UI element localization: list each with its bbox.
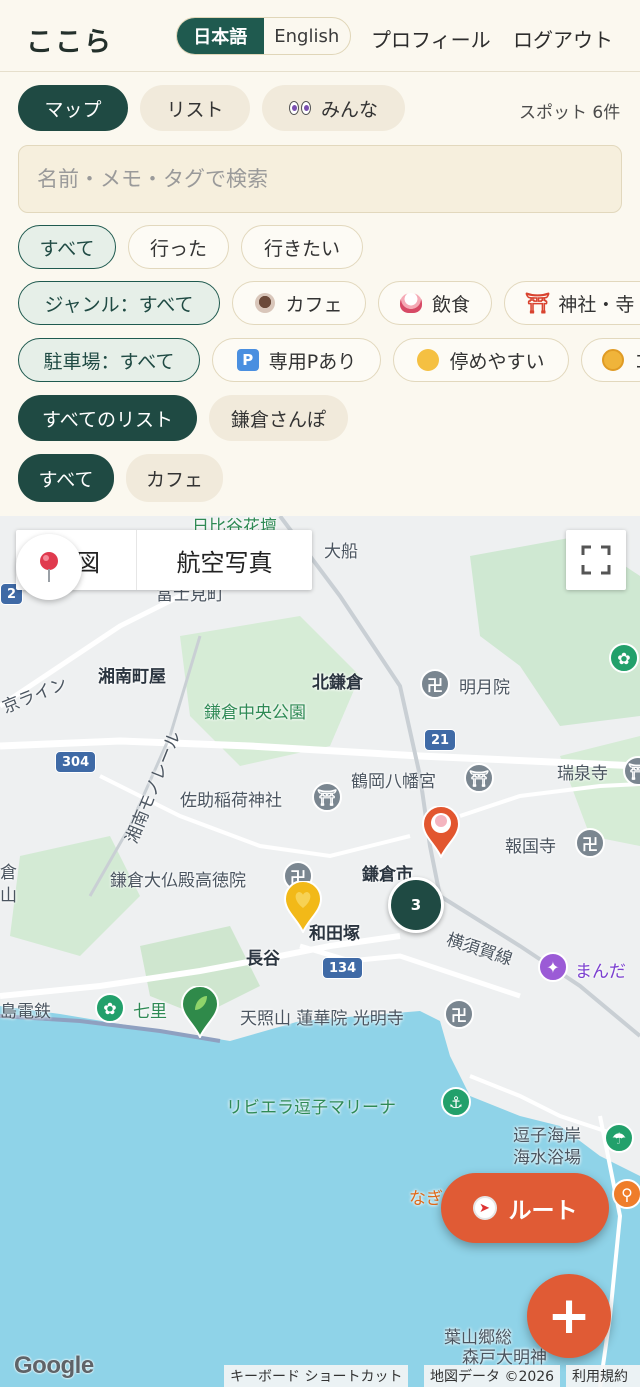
- tab-list[interactable]: リスト: [140, 85, 250, 131]
- favorite-spot-marker[interactable]: [284, 881, 322, 933]
- map-view[interactable]: 304 21 134 2 日比谷花壇 大船 富士見町 湘南町屋 京ライン 北鎌倉…: [0, 516, 640, 1387]
- map-label-riviera: リビエラ逗子マリーナ: [226, 1098, 396, 1118]
- route-button[interactable]: ➤ ルート: [441, 1173, 609, 1243]
- google-logo: Google: [14, 1352, 94, 1379]
- map-label-shonan-machiya: 湘南町屋: [98, 667, 166, 687]
- coin-icon: [602, 349, 624, 371]
- profile-link[interactable]: プロフィール: [371, 24, 491, 53]
- map-label-hase: 長谷: [246, 949, 280, 969]
- map-data-attribution: 地図データ ©2026: [424, 1365, 561, 1387]
- route-304-shield: 304: [55, 751, 97, 773]
- map-label-shichiri: 七里: [133, 1002, 167, 1022]
- park-icon[interactable]: ✿: [609, 643, 639, 673]
- temple-icon[interactable]: 卍: [575, 828, 605, 858]
- relieved-face-icon: [417, 349, 440, 371]
- filter-parking-easy-label: 停めやすい: [449, 350, 545, 373]
- pin-button[interactable]: [16, 534, 82, 600]
- filter-parking-dedicated-label: 専用Pあり: [268, 350, 357, 373]
- language-toggle: 日本語 English: [176, 17, 351, 55]
- filter-genre-shrine-label: 神社・寺: [558, 293, 635, 316]
- tab-everyone[interactable]: みんな: [262, 85, 405, 131]
- map-label-zushi-swim: 海水浴場: [513, 1148, 581, 1168]
- cafe-spot-marker[interactable]: [181, 986, 219, 1038]
- map-label-nagisa: なぎ: [409, 1189, 443, 1209]
- attraction-icon[interactable]: ✦: [538, 952, 568, 982]
- filter-parking-coin-label: コ: [634, 347, 640, 374]
- filter-status-all[interactable]: すべて: [18, 225, 116, 269]
- map-label-edge-1: 倉: [0, 863, 17, 883]
- parking-icon: P: [236, 349, 259, 371]
- park-icon[interactable]: ✿: [95, 993, 125, 1023]
- tab-map[interactable]: マップ: [18, 85, 128, 131]
- filter-parking-dedicated[interactable]: P 専用Pあり: [212, 338, 381, 382]
- route-21-shield: 21: [424, 729, 457, 751]
- map-label-mandara: まんだ: [575, 962, 626, 982]
- filter-genre-cafe-label: カフェ: [285, 293, 343, 316]
- filter-parking-coin[interactable]: コ: [581, 338, 640, 382]
- map-label-edge-2: 山: [0, 886, 17, 906]
- map-base: [0, 516, 640, 1387]
- pushpin-icon: [40, 552, 58, 582]
- compass-icon: ➤: [472, 1196, 497, 1220]
- map-label-zuisenji: 瑞泉寺: [557, 764, 608, 784]
- filter-genre-cafe[interactable]: カフェ: [232, 281, 366, 325]
- lang-english[interactable]: English: [264, 18, 351, 54]
- map-label-kita-kamakura: 北鎌倉: [312, 673, 363, 693]
- shrine-icon[interactable]: ⛩: [464, 763, 494, 793]
- shrine-icon[interactable]: ⛩: [312, 782, 342, 812]
- app-header: ここら 日本語 English プロフィール ログアウト: [0, 0, 640, 72]
- filter-genre-food[interactable]: 飲食: [378, 281, 492, 325]
- spot-cluster[interactable]: 3: [388, 877, 444, 933]
- fullscreen-icon: [581, 545, 611, 575]
- filter-tag-all[interactable]: すべて: [18, 454, 114, 502]
- coffee-icon: [255, 293, 276, 313]
- filter-status-visited[interactable]: 行った: [128, 225, 229, 269]
- filter-genre-shrine[interactable]: ⛩ 神社・寺: [504, 281, 640, 325]
- spot-count: スポット 6件: [519, 103, 621, 123]
- lang-japanese[interactable]: 日本語: [177, 18, 264, 54]
- restaurant-icon[interactable]: ⚲: [612, 1179, 640, 1209]
- fullscreen-button[interactable]: [566, 530, 626, 590]
- temple-icon[interactable]: 卍: [420, 669, 450, 699]
- keyboard-shortcuts-link[interactable]: キーボード ショートカット: [224, 1365, 409, 1387]
- terms-link[interactable]: 利用規約: [566, 1365, 640, 1387]
- map-label-central-park: 鎌倉中央公園: [204, 703, 306, 723]
- map-label-komyoji: 天照山 蓮華院 光明寺: [240, 1009, 404, 1029]
- search-input[interactable]: [18, 145, 622, 213]
- map-label-meigetsuin: 明月院: [459, 678, 510, 698]
- rice-bowl-icon: [399, 293, 422, 313]
- temple-icon[interactable]: 卍: [444, 999, 474, 1029]
- filter-parking-all[interactable]: 駐車場：すべて: [18, 338, 200, 382]
- beach-icon[interactable]: ☂: [604, 1123, 634, 1153]
- route-button-label: ルート: [508, 1198, 578, 1224]
- filter-parking-easy[interactable]: 停めやすい: [393, 338, 569, 382]
- tab-everyone-label: みんな: [320, 98, 378, 121]
- filter-list-all[interactable]: すべてのリスト: [18, 395, 197, 441]
- route-134-shield: 134: [322, 957, 364, 979]
- food-spot-marker[interactable]: [422, 806, 460, 858]
- marina-icon[interactable]: ⚓: [441, 1087, 471, 1117]
- filter-list-kamakura[interactable]: 鎌倉さんぽ: [209, 395, 348, 441]
- map-label-daibutsu: 鎌倉大仏殿高徳院: [110, 871, 246, 891]
- filter-genre-all[interactable]: ジャンル：すべて: [18, 281, 220, 325]
- map-type-satellite[interactable]: 航空写真: [136, 530, 312, 590]
- app-logo[interactable]: ここら: [26, 20, 113, 59]
- map-label-tsurugaoka: 鶴岡八幡宮: [351, 772, 436, 792]
- map-label-sasuke: 佐助稲荷神社: [180, 791, 282, 811]
- map-label-enoden: 島電鉄: [0, 1002, 51, 1022]
- filter-status-want[interactable]: 行きたい: [241, 225, 363, 269]
- map-label-ofuna: 大船: [324, 542, 358, 562]
- add-spot-button[interactable]: +: [527, 1274, 611, 1358]
- filter-genre-food-label: 飲食: [431, 293, 470, 316]
- eyes-icon: [288, 101, 311, 115]
- torii-icon: ⛩: [525, 291, 551, 315]
- logout-link[interactable]: ログアウト: [513, 24, 613, 53]
- filter-tag-cafe[interactable]: カフェ: [126, 454, 223, 502]
- map-label-hokokuji: 報国寺: [505, 837, 556, 857]
